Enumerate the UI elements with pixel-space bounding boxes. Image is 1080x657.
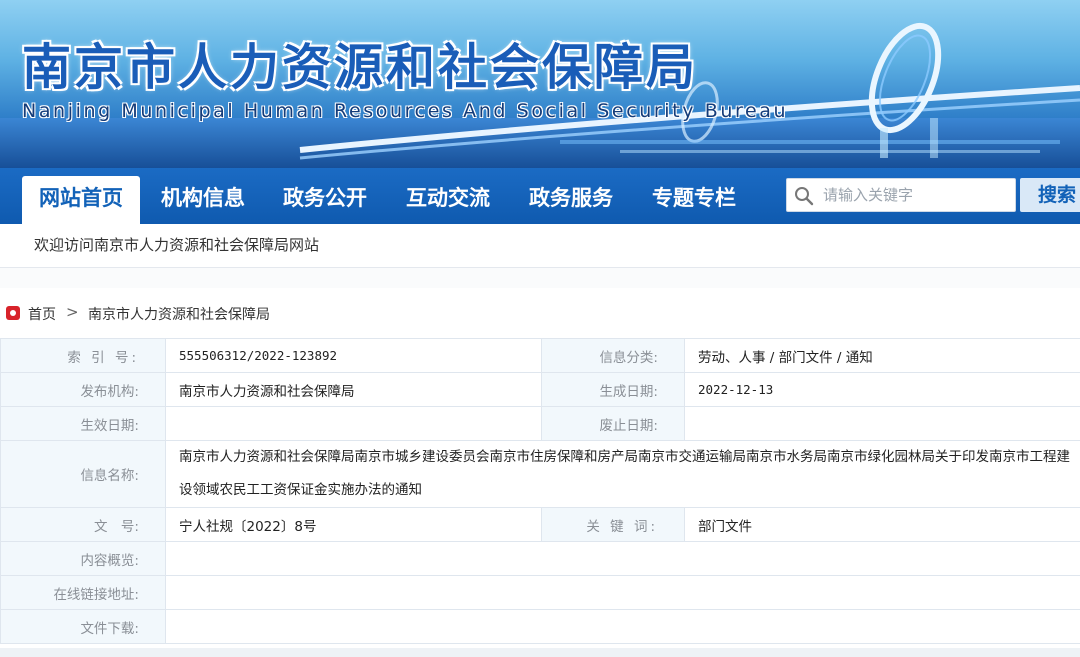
nav-item-home[interactable]: 网站首页 xyxy=(22,176,140,224)
table-row: 生效日期: 废止日期: xyxy=(0,406,1080,441)
table-row: 信息名称: 南京市人力资源和社会保障局南京市城乡建设委员会南京市住房保障和房产局… xyxy=(0,440,1080,508)
created-date-value: 2022-12-13 xyxy=(684,372,1080,407)
repeal-date-value xyxy=(684,406,1080,441)
site-banner: 南京市人力资源和社会保障局 Nanjing Municipal Human Re… xyxy=(0,0,1080,168)
location-marker-icon xyxy=(6,306,20,320)
content-summary-value xyxy=(165,541,1080,576)
nav-item-government-affairs[interactable]: 政务公开 xyxy=(266,178,384,224)
site-title-english: Nanjing Municipal Human Resources And So… xyxy=(22,100,789,122)
category-label: 信息分类: xyxy=(541,338,685,373)
created-date-label: 生成日期: xyxy=(541,372,685,407)
file-download-label: 文件下载: xyxy=(0,609,166,644)
online-link-label: 在线链接地址: xyxy=(0,575,166,610)
bottom-divider xyxy=(0,648,1080,657)
file-download-value[interactable] xyxy=(165,609,1080,644)
document-number-value: 宁人社规〔2022〕8号 xyxy=(165,507,542,542)
table-row: 索 引 号: 555506312/2022-123892 信息分类: 劳动、人事… xyxy=(0,338,1080,373)
nav-item-organization[interactable]: 机构信息 xyxy=(144,178,262,224)
content-summary-label: 内容概览: xyxy=(0,541,166,576)
publisher-value: 南京市人力资源和社会保障局 xyxy=(165,372,542,407)
breadcrumb-current-link[interactable]: 南京市人力资源和社会保障局 xyxy=(88,304,270,324)
repeal-date-label: 废止日期: xyxy=(541,406,685,441)
search-box xyxy=(786,178,1016,212)
welcome-bar: 欢迎访问南京市人力资源和社会保障局网站 xyxy=(0,224,1080,268)
nav-item-services[interactable]: 政务服务 xyxy=(512,178,630,224)
online-link-value[interactable] xyxy=(165,575,1080,610)
publisher-label: 发布机构: xyxy=(0,372,166,407)
table-row: 发布机构: 南京市人力资源和社会保障局 生成日期: 2022-12-13 xyxy=(0,372,1080,407)
effective-date-value xyxy=(165,406,542,441)
search-button[interactable]: 搜索 xyxy=(1020,178,1080,212)
breadcrumb: 首页 > 南京市人力资源和社会保障局 xyxy=(0,288,1080,338)
document-number-label: 文 号: xyxy=(0,507,166,542)
welcome-text: 欢迎访问南京市人力资源和社会保障局网站 xyxy=(34,236,320,254)
table-row: 文 号: 宁人社规〔2022〕8号 关 键 词: 部门文件 xyxy=(0,507,1080,542)
keywords-label: 关 键 词: xyxy=(541,507,685,542)
breadcrumb-separator: > xyxy=(66,303,79,321)
category-value: 劳动、人事 / 部门文件 / 通知 xyxy=(684,338,1080,373)
breadcrumb-home-link[interactable]: 首页 xyxy=(28,304,56,324)
spacer xyxy=(0,268,1080,288)
site-title: 南京市人力资源和社会保障局 xyxy=(22,38,699,96)
main-nav: 网站首页 机构信息 政务公开 互动交流 政务服务 专题专栏 搜索 xyxy=(0,168,1080,224)
table-row: 内容概览: xyxy=(0,541,1080,576)
info-name-label: 信息名称: xyxy=(0,440,166,508)
keywords-value: 部门文件 xyxy=(684,507,1080,542)
table-row: 在线链接地址: xyxy=(0,575,1080,610)
nav-item-topics[interactable]: 专题专栏 xyxy=(635,178,753,224)
search-input[interactable] xyxy=(823,179,1013,211)
table-row: 文件下载: xyxy=(0,609,1080,644)
search-icon xyxy=(795,187,814,206)
index-number-value: 555506312/2022-123892 xyxy=(165,338,542,373)
effective-date-label: 生效日期: xyxy=(0,406,166,441)
document-info-table: 索 引 号: 555506312/2022-123892 信息分类: 劳动、人事… xyxy=(0,338,1080,644)
index-number-label: 索 引 号: xyxy=(0,338,166,373)
nav-item-interaction[interactable]: 互动交流 xyxy=(389,178,507,224)
info-name-value: 南京市人力资源和社会保障局南京市城乡建设委员会南京市住房保障和房产局南京市交通运… xyxy=(165,440,1080,508)
